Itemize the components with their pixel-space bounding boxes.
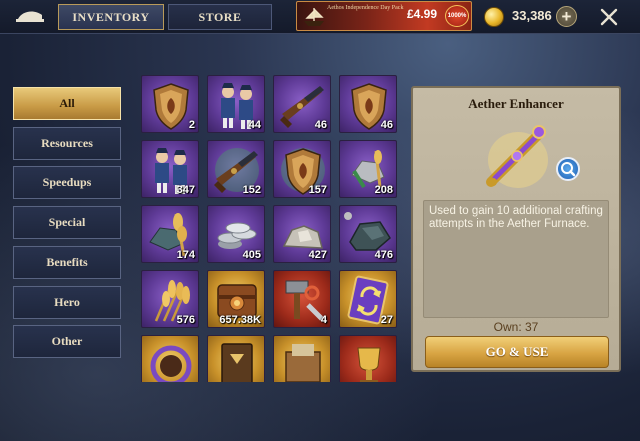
tab-inventory[interactable]: INVENTORY	[58, 4, 164, 30]
promo-badge: 1000%	[445, 5, 469, 27]
plus-icon: +	[561, 7, 572, 26]
inventory-item[interactable]: 208	[339, 140, 397, 198]
owned-count: Own: 37	[493, 320, 539, 334]
category-resources[interactable]: Resources	[13, 127, 121, 160]
gold-coin-icon	[484, 7, 504, 27]
inventory-item[interactable]: 576	[141, 270, 199, 328]
item-quantity: 657.38K	[219, 314, 261, 326]
inventory-item[interactable]: 657.38K	[207, 270, 265, 328]
item-quantity: 44	[248, 119, 261, 131]
inventory-item[interactable]: 152	[207, 140, 265, 198]
inventory-item[interactable]: 46	[273, 75, 331, 133]
item-detail-panel: Aether Enhancer Used to gain 10 addition…	[411, 86, 621, 372]
item-quantity: 174	[176, 249, 195, 261]
inventory-item[interactable]: 427	[273, 205, 331, 263]
item-quantity: 4	[320, 314, 327, 326]
inventory-item[interactable]	[207, 335, 265, 382]
inventory-item[interactable]: 27	[339, 270, 397, 328]
category-all[interactable]: All	[13, 87, 121, 120]
item-quantity: 46	[314, 119, 327, 131]
inventory-item[interactable]: 157	[273, 140, 331, 198]
inventory-item[interactable]: 44	[207, 75, 265, 133]
item-quantity: 157	[308, 184, 327, 196]
wreath-medal-icon	[150, 345, 192, 382]
category-benefits[interactable]: Benefits	[13, 246, 121, 279]
item-quantity: 2	[188, 119, 195, 131]
gold-amount: 33,386	[512, 8, 552, 23]
item-quantity: 46	[380, 119, 393, 131]
item-description: Used to gain 10 additional crafting atte…	[429, 205, 603, 230]
item-quantity: 152	[242, 184, 261, 196]
category-hero[interactable]: Hero	[13, 286, 121, 319]
inventory-item[interactable]: 4	[273, 270, 331, 328]
inventory-item[interactable]: 347	[141, 140, 199, 198]
item-description-box: Used to gain 10 additional crafting atte…	[423, 200, 609, 318]
inventory-item[interactable]	[339, 335, 397, 382]
item-quantity: 208	[374, 184, 393, 196]
item-quantity: 347	[176, 184, 195, 196]
inventory-item[interactable]	[141, 335, 199, 382]
tab-store[interactable]: STORE	[168, 4, 272, 30]
inventory-item[interactable]: 2	[141, 75, 199, 133]
inventory-item[interactable]: 46	[339, 75, 397, 133]
inventory-grid: 2 44 46 46 347 152 157 208 174 405 427 4…	[140, 74, 400, 382]
item-quantity: 405	[242, 249, 261, 261]
back-arrow-icon[interactable]	[14, 7, 46, 27]
magnify-icon[interactable]	[556, 157, 580, 181]
category-special[interactable]: Special	[13, 206, 121, 239]
close-icon[interactable]	[598, 6, 620, 28]
inventory-item[interactable]: 476	[339, 205, 397, 263]
supply-crate-icon	[285, 344, 321, 382]
trophy-icon	[357, 347, 381, 382]
add-gold-button[interactable]: +	[556, 6, 577, 27]
inventory-item[interactable]	[273, 335, 331, 382]
promo-banner[interactable]: Aethos Independence Day Pack £4.99 1000%	[296, 1, 472, 31]
promo-price: £4.99	[407, 7, 438, 21]
item-quantity: 476	[374, 249, 393, 261]
item-title: Aether Enhancer	[468, 96, 564, 111]
go-and-use-button[interactable]: GO & USE	[425, 336, 609, 368]
promo-title: Aethos Independence Day Pack	[327, 5, 404, 11]
inventory-item[interactable]: 174	[141, 205, 199, 263]
aether-flask-icon	[481, 114, 555, 198]
tome-icon	[221, 343, 253, 382]
top-bar: INVENTORY STORE Aethos Independence Day …	[0, 0, 640, 34]
category-other[interactable]: Other	[13, 325, 121, 358]
item-quantity: 576	[176, 314, 195, 326]
inventory-item[interactable]: 405	[207, 205, 265, 263]
item-quantity: 427	[308, 249, 327, 261]
category-speedups[interactable]: Speedups	[13, 166, 121, 199]
item-quantity: 27	[380, 314, 393, 326]
ship-icon	[304, 8, 324, 26]
